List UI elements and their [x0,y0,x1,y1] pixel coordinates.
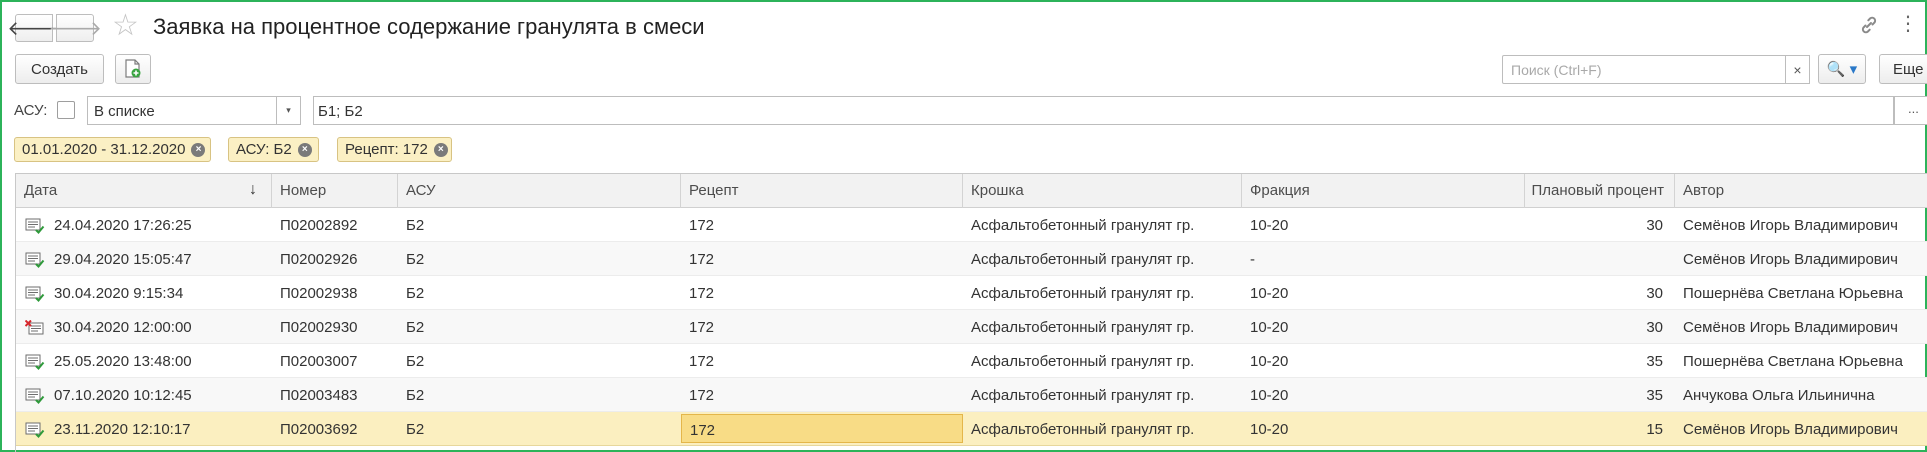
arrow-right-icon: 🡒 [48,17,102,40]
asu-filter-label: АСУ: [14,102,48,119]
document-posted-icon [25,354,45,370]
search-input[interactable]: Поиск (Ctrl+F) [1502,55,1808,84]
document-posted-icon [25,218,45,234]
focused-cell[interactable]: 172 [681,414,963,443]
column-header-planned-percent[interactable]: Плановый процент [1525,174,1675,208]
document-posted-icon [25,252,45,268]
search-clear-button[interactable]: × [1785,55,1810,84]
column-header-fraction[interactable]: Фракция [1242,174,1525,208]
table-row[interactable]: 07.10.2020 10:12:45 П02003483 Б2 172 Асф… [16,378,1927,412]
window-frame: 🡐 🡒 ☆ Заявка на процентное содержание гр… [0,0,1927,452]
close-icon[interactable]: × [433,142,448,157]
select-values-button[interactable]: ... [1894,96,1927,125]
column-header-crumb[interactable]: Крошка [963,174,1242,208]
column-header-recipe[interactable]: Рецепт [681,174,963,208]
document-add-icon [125,59,141,78]
forward-button[interactable]: 🡒 [48,14,102,42]
document-deleted-icon [25,320,44,335]
table-row[interactable]: 24.04.2020 17:26:25 П02002892 Б2 172 Асф… [16,208,1927,242]
table-header: Дата ↓ Номер АСУ Рецепт Крошка Фракция П… [16,174,1927,208]
document-posted-icon [25,286,45,302]
table-row-selected[interactable]: 23.11.2020 12:10:17 П02003692 Б2 172 Асф… [16,412,1927,446]
table-row[interactable]: 25.05.2020 13:48:00 П02003007 Б2 172 Асф… [16,344,1927,378]
condition-dropdown-button[interactable]: ▾ [276,96,301,125]
filter-chip-asu[interactable]: АСУ: Б2 × [228,137,319,162]
asu-value-field[interactable]: Б1; Б2 [313,96,1894,125]
filter-chip-recipe[interactable]: Рецепт: 172 × [337,137,452,162]
page-title: Заявка на процентное содержание гранулят… [153,14,705,39]
more-vertical-icon[interactable]: ⋮ [1898,14,1918,34]
table-row[interactable]: 30.04.2020 9:15:34 П02002938 Б2 172 Асфа… [16,276,1927,310]
document-posted-icon [25,422,45,438]
condition-select[interactable]: В списке [87,96,277,125]
table-row[interactable]: 29.04.2020 15:05:47 П02002926 Б2 172 Асф… [16,242,1927,276]
column-header-author[interactable]: Автор [1675,174,1927,208]
column-header-number[interactable]: Номер [272,174,398,208]
favorite-star-icon[interactable]: ☆ [112,11,139,41]
documents-table: Дата ↓ Номер АСУ Рецепт Крошка Фракция П… [15,173,1927,452]
link-icon[interactable] [1857,13,1881,37]
column-header-date[interactable]: Дата ↓ [16,174,272,208]
search-button[interactable]: 🔍 ▾ [1818,54,1866,84]
column-header-asu[interactable]: АСУ [398,174,681,208]
sort-descending-icon: ↓ [249,181,257,198]
table-row[interactable]: 30.04.2020 12:00:00 П02002930 Б2 172 Асф… [16,310,1927,344]
more-button[interactable]: Еще [1879,54,1927,84]
filter-chip-period[interactable]: 01.01.2020 - 31.12.2020 × [14,137,211,162]
create-button[interactable]: Создать [15,54,104,84]
close-icon[interactable]: × [191,142,206,157]
close-icon[interactable]: × [297,142,312,157]
add-copy-button[interactable] [115,54,151,84]
asu-filter-checkbox[interactable] [57,101,75,119]
document-posted-icon [25,388,45,404]
